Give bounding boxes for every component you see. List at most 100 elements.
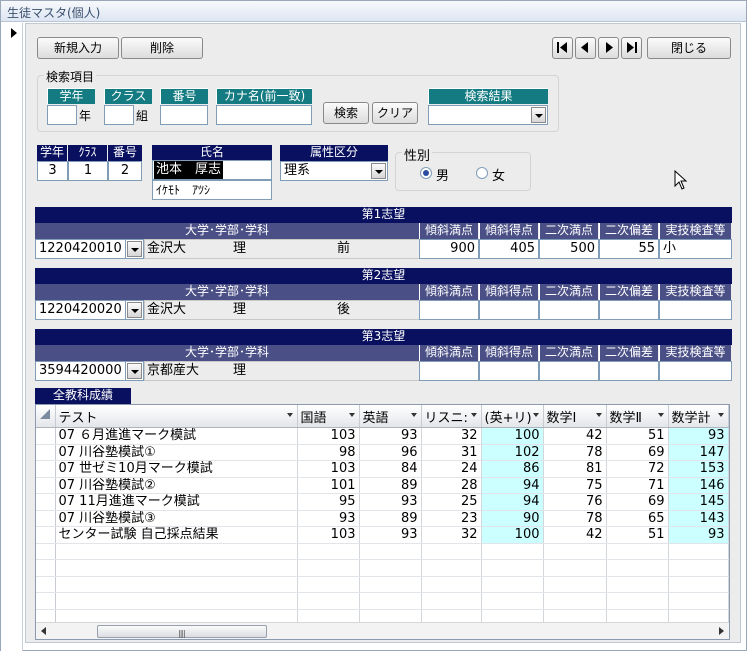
table-cell[interactable]: 07 川谷塾模試① xyxy=(55,444,298,461)
table-cell[interactable]: 24 xyxy=(421,460,482,478)
choice-2-score-field[interactable] xyxy=(479,300,539,320)
column-header[interactable]: リスニ: xyxy=(421,405,482,428)
table-row-empty[interactable] xyxy=(36,592,729,610)
table-cell[interactable]: 93 xyxy=(297,510,360,527)
column-header[interactable]: 数学計 xyxy=(668,405,729,428)
choice-1-code-field[interactable]: 1220420010 xyxy=(35,239,127,259)
table-cell[interactable]: 86 xyxy=(481,460,544,478)
table-cell[interactable]: 89 xyxy=(359,510,422,527)
table-cell[interactable] xyxy=(55,592,298,610)
row-selector[interactable] xyxy=(36,460,56,478)
column-header[interactable]: (英+リ) xyxy=(481,405,544,428)
scroll-right-icon[interactable] xyxy=(719,627,724,635)
row-selector[interactable] xyxy=(36,444,56,461)
table-cell[interactable]: 100 xyxy=(481,427,544,445)
choice-1-second_dev-field[interactable]: 55 xyxy=(599,239,659,259)
table-cell[interactable] xyxy=(543,543,607,560)
table-cell[interactable]: センター試験 自己採点結果 xyxy=(55,526,298,544)
row-selector[interactable] xyxy=(36,543,56,560)
first-record-button[interactable] xyxy=(552,37,573,59)
next-record-button[interactable] xyxy=(598,37,619,59)
table-row[interactable]: 07 ６月進進マーク模試 103 93 32 100 42 51 93 xyxy=(36,427,729,445)
close-button[interactable]: 閉じる xyxy=(647,37,731,59)
choice-2-code-field[interactable]: 1220420020 xyxy=(35,300,127,320)
chevron-down-icon[interactable] xyxy=(470,413,477,417)
table-cell[interactable]: 143 xyxy=(668,510,729,527)
table-cell[interactable]: 93 xyxy=(359,493,422,511)
table-cell[interactable] xyxy=(668,559,729,577)
choice-3-code-dropdown[interactable] xyxy=(125,361,144,381)
column-header[interactable]: 数学Ⅰ xyxy=(543,405,607,428)
table-cell[interactable]: 32 xyxy=(421,427,482,445)
table-cell[interactable]: 72 xyxy=(606,460,669,478)
chevron-down-icon[interactable] xyxy=(410,413,417,417)
table-cell[interactable]: 96 xyxy=(359,444,422,461)
new-entry-button[interactable]: 新規入力 xyxy=(37,37,119,59)
table-cell[interactable]: 07 ６月進進マーク模試 xyxy=(55,427,298,445)
chevron-down-icon[interactable] xyxy=(657,413,664,417)
table-cell[interactable]: 65 xyxy=(606,510,669,527)
row-selector[interactable] xyxy=(36,576,56,593)
table-cell[interactable]: 153 xyxy=(668,460,729,478)
row-selector[interactable] xyxy=(36,427,56,445)
column-header[interactable]: 英語 xyxy=(359,405,422,428)
select-all-corner[interactable] xyxy=(36,405,56,428)
choice-2-second_max-field[interactable] xyxy=(539,300,599,320)
table-row[interactable]: 07 川谷塾模試③ 93 89 23 90 78 65 143 xyxy=(36,510,729,527)
table-cell[interactable]: 25 xyxy=(421,493,482,511)
table-cell[interactable] xyxy=(481,543,544,560)
table-cell[interactable] xyxy=(606,592,669,610)
table-cell[interactable] xyxy=(668,592,729,610)
table-cell[interactable]: 147 xyxy=(668,444,729,461)
table-cell[interactable] xyxy=(55,559,298,577)
choice-2-practical-field[interactable] xyxy=(659,300,732,320)
attr-select[interactable]: 理系 xyxy=(280,161,388,181)
table-cell[interactable]: 42 xyxy=(543,526,607,544)
student-number-field[interactable]: 2 xyxy=(108,161,142,181)
table-cell[interactable]: 81 xyxy=(543,460,607,478)
table-cell[interactable] xyxy=(606,543,669,560)
table-cell[interactable]: 90 xyxy=(481,510,544,527)
row-selector[interactable] xyxy=(36,559,56,577)
chevron-down-icon[interactable] xyxy=(371,163,386,179)
choice-3-code-field[interactable]: 3594420000 xyxy=(35,361,127,381)
chevron-down-icon[interactable] xyxy=(127,302,142,318)
record-selector[interactable] xyxy=(1,23,23,651)
table-cell[interactable]: 71 xyxy=(606,477,669,494)
table-cell[interactable] xyxy=(543,576,607,593)
table-cell[interactable]: 101 xyxy=(297,477,360,494)
table-cell[interactable]: 76 xyxy=(543,493,607,511)
table-cell[interactable]: 75 xyxy=(543,477,607,494)
chevron-down-icon[interactable] xyxy=(531,107,546,123)
table-cell[interactable] xyxy=(297,592,360,610)
table-row[interactable]: センター試験 自己採点結果 103 93 32 100 42 51 93 xyxy=(36,526,729,544)
table-cell[interactable]: 146 xyxy=(668,477,729,494)
table-cell[interactable]: 07 11月進進マーク模試 xyxy=(55,493,298,511)
table-cell[interactable] xyxy=(481,576,544,593)
table-cell[interactable]: 94 xyxy=(481,477,544,494)
table-cell[interactable] xyxy=(297,576,360,593)
table-cell[interactable]: 78 xyxy=(543,510,607,527)
table-cell[interactable] xyxy=(606,559,669,577)
prev-record-button[interactable] xyxy=(575,37,596,59)
scroll-left-icon[interactable] xyxy=(41,627,46,635)
chevron-down-icon[interactable] xyxy=(127,363,142,379)
table-cell[interactable] xyxy=(359,576,422,593)
column-header[interactable]: 数学Ⅱ xyxy=(606,405,669,428)
table-cell[interactable] xyxy=(481,592,544,610)
horizontal-scrollbar[interactable]: |||| xyxy=(36,622,729,639)
table-cell[interactable] xyxy=(55,576,298,593)
search-grade-input[interactable] xyxy=(47,105,77,125)
table-row-empty[interactable] xyxy=(36,543,729,560)
table-cell[interactable]: 103 xyxy=(297,526,360,544)
search-number-input[interactable] xyxy=(160,105,208,125)
table-cell[interactable] xyxy=(421,592,482,610)
choice-1-code-dropdown[interactable] xyxy=(125,239,144,259)
table-cell[interactable] xyxy=(606,576,669,593)
student-grade-field[interactable]: 3 xyxy=(37,161,68,181)
table-cell[interactable]: 93 xyxy=(359,427,422,445)
delete-button[interactable]: 削除 xyxy=(121,37,203,59)
table-cell[interactable]: 94 xyxy=(481,493,544,511)
choice-3-second_dev-field[interactable] xyxy=(599,361,659,381)
choice-2-second_dev-field[interactable] xyxy=(599,300,659,320)
